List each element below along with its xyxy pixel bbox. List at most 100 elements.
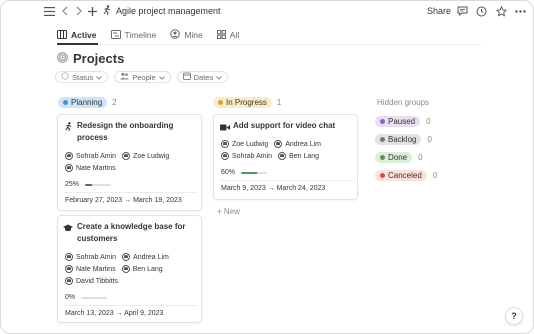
breadcrumb[interactable]: Agile project management: [102, 5, 221, 17]
new-card-button[interactable]: + New: [217, 207, 240, 216]
people-row: Nate Martins: [65, 164, 122, 172]
avatar: [122, 152, 131, 160]
people-row: Nate Martins Ben Lang: [65, 265, 169, 273]
breadcrumb-title: Agile project management: [116, 6, 221, 16]
tab-timeline[interactable]: Timeline: [110, 28, 156, 42]
dates-filter[interactable]: Dates: [176, 71, 229, 83]
status-dot: [63, 100, 68, 105]
avatar: [65, 253, 73, 261]
tab-all[interactable]: All: [216, 28, 239, 42]
progress-fill: [85, 183, 92, 186]
avatar: [278, 152, 287, 160]
person-circle-icon: [170, 29, 181, 41]
grid-icon: [216, 29, 226, 41]
comments-icon[interactable]: [456, 5, 468, 17]
hidden-group-backlog[interactable]: Backlog 0: [375, 134, 432, 145]
people-filter[interactable]: People: [114, 71, 171, 83]
column-header-in-progress[interactable]: In Progress 1: [213, 97, 281, 108]
people-row: David Tibbitts: [65, 277, 124, 285]
chevron-down-icon: [158, 73, 165, 82]
tab-active[interactable]: Active: [57, 28, 97, 42]
calendar-icon: [182, 72, 191, 82]
back-arrow-icon[interactable]: [60, 5, 70, 17]
status-badge: Planning: [58, 97, 108, 108]
hidden-group-canceled[interactable]: Canceled 0: [375, 170, 437, 181]
avatar: [65, 152, 73, 160]
progress-bar: [85, 183, 112, 186]
progress-fill: [241, 171, 257, 174]
avatar: [122, 253, 131, 261]
top-bar: Agile project management Share: [1, 1, 533, 23]
people-icon: [120, 72, 130, 82]
avatar: [221, 152, 229, 160]
status-dot: [380, 173, 385, 178]
status-badge: In Progress: [213, 97, 272, 108]
add-page-icon[interactable]: [86, 5, 98, 17]
forward-arrow-icon[interactable]: [74, 5, 84, 17]
card-title: Create a knowledge base for customers: [77, 222, 186, 243]
runner-icon: [102, 5, 112, 17]
favorite-star-icon[interactable]: [495, 5, 507, 17]
project-card[interactable]: Create a knowledge base for customers So…: [57, 215, 202, 323]
target-icon: [57, 52, 68, 63]
column-count: 1: [276, 98, 282, 107]
sidebar-menu-icon[interactable]: [43, 5, 55, 17]
avatar: [65, 164, 73, 172]
card-divider: [220, 180, 353, 181]
project-card[interactable]: Redesign the onboarding process Sohrab A…: [57, 114, 202, 211]
chevron-down-icon: [216, 73, 223, 82]
runner-icon: [64, 122, 73, 131]
status-loader-icon: [61, 72, 69, 82]
updates-clock-icon[interactable]: [475, 5, 487, 17]
app-window: Agile project management Share Active Ti…: [0, 0, 534, 334]
status-filter[interactable]: Status: [55, 71, 109, 83]
graduation-cap-icon: [63, 223, 73, 232]
help-button[interactable]: ?: [505, 307, 523, 325]
progress-label: 25%: [65, 181, 80, 188]
people-row: Sohrab Amin Ben Lang: [221, 152, 325, 160]
group-count: 0: [418, 153, 423, 162]
status-dot: [380, 137, 385, 142]
person-name: Sohrab Amin: [76, 152, 117, 160]
group-count: 0: [432, 171, 438, 180]
column-header-planning[interactable]: Planning 2: [58, 97, 117, 108]
avatar: [221, 140, 229, 148]
progress-label: 0%: [65, 294, 76, 301]
card-title: Add support for video chat: [233, 121, 336, 130]
person-name: Ben Lang: [289, 152, 320, 160]
page-title: Projects: [73, 51, 125, 66]
card-title: Redesign the onboarding process: [77, 121, 174, 142]
date-range: February 27, 2023 → March 19, 2023: [65, 197, 182, 204]
column-count: 2: [112, 98, 117, 107]
status-badge: Done: [375, 152, 413, 163]
status-badge: Canceled: [375, 170, 427, 181]
hidden-groups-title: Hidden groups: [377, 98, 430, 107]
hidden-group-paused[interactable]: Paused 0: [375, 116, 431, 127]
avatar: [121, 265, 130, 273]
person-name: Sohrab Amin: [76, 253, 117, 261]
person-name: Ben Lang: [132, 265, 163, 273]
more-options-icon[interactable]: [513, 5, 527, 17]
filter-bar: Status People Dates: [55, 71, 229, 83]
date-range: March 13, 2023 → April 9, 2023: [65, 310, 164, 317]
avatar: [65, 277, 73, 285]
people-row: Sohrab Amin Andrea Lim: [65, 253, 175, 261]
project-card[interactable]: Add support for video chat Zoe Ludwig An…: [213, 114, 358, 200]
avatar: [65, 265, 73, 273]
hidden-group-done[interactable]: Done 0: [375, 152, 423, 163]
card-divider: [64, 305, 197, 306]
status-dot: [380, 155, 385, 160]
progress-bar: [241, 171, 268, 174]
person-name: Sohrab Amin: [232, 152, 273, 160]
progress: 60%: [221, 169, 268, 176]
progress-label: 60%: [221, 169, 236, 176]
tab-mine[interactable]: Mine: [170, 28, 203, 42]
date-range: March 9, 2023 → March 24, 2023: [221, 185, 326, 192]
person-name: Zoe Ludwig: [133, 152, 170, 160]
active-tab-indicator: [57, 43, 98, 45]
progress: 0%: [65, 294, 108, 301]
share-button[interactable]: Share: [427, 6, 451, 16]
tabs-divider: [57, 44, 481, 45]
progress: 25%: [65, 181, 112, 188]
person-name: Andrea Lim: [285, 140, 321, 148]
